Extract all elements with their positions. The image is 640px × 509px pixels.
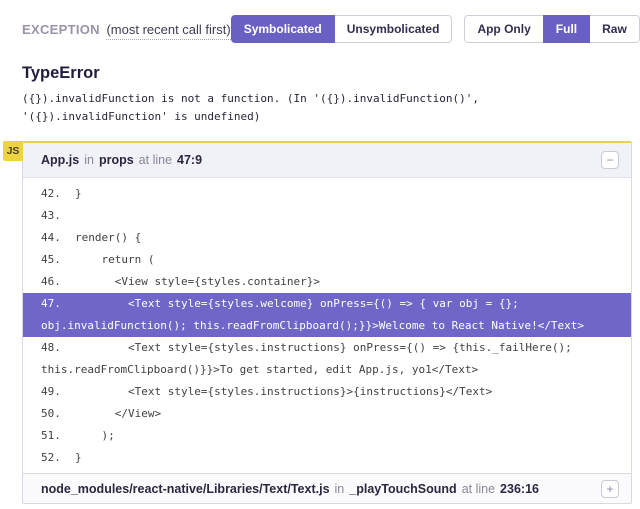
code-line-46: 46. <View style={styles.container}> [23, 271, 631, 293]
frame-in-label: in [334, 481, 345, 496]
line-number: 51. [41, 429, 61, 442]
error-class-title: TypeError [22, 64, 100, 82]
collapse-frame-icon[interactable]: − [601, 151, 619, 169]
line-number: 49. [41, 385, 61, 398]
code-text: } [75, 187, 82, 200]
code-text: <Text style={styles.welcome} onPress={()… [41, 297, 585, 332]
code-text: <Text style={styles.instructions} onPres… [41, 341, 579, 376]
line-number: 45. [41, 253, 61, 266]
line-number: 44. [41, 231, 61, 244]
stack-filter-toggle-group: App Only Full Raw [464, 15, 640, 43]
raw-button[interactable]: Raw [589, 15, 640, 43]
frame-in-label: in [84, 153, 94, 167]
line-number: 43. [41, 209, 61, 222]
code-line-52: 52.} [23, 447, 631, 469]
code-line-49: 49. <Text style={styles.instructions}>{i… [23, 381, 631, 403]
code-text: <Text style={styles.instructions}>{instr… [75, 385, 493, 398]
frame-method-name: props [98, 153, 134, 167]
code-line-47-error-highlight: 47. <Text style={styles.welcome} onPress… [23, 293, 631, 337]
stack-order-note: (most recent call first) [106, 21, 231, 40]
code-line-50: 50. </View> [23, 403, 631, 425]
code-line-45: 45. return ( [23, 249, 631, 271]
unsymbolicated-button[interactable]: Unsymbolicated [333, 15, 453, 43]
line-number: 42. [41, 187, 61, 200]
code-text: <View style={styles.container}> [75, 275, 321, 288]
frame-method-name: _playTouchSound [349, 481, 457, 496]
line-number: 48. [41, 341, 61, 354]
code-line-43: 43. [23, 205, 631, 227]
exception-panel: EXCEPTION (most recent call first) Symbo… [0, 0, 640, 509]
app-only-button[interactable]: App Only [464, 15, 544, 43]
stack-frame-text-js[interactable]: node_modules/react-native/Libraries/Text… [22, 473, 632, 504]
full-button[interactable]: Full [542, 15, 591, 43]
frame-line-column: 236:16 [500, 481, 539, 496]
stack-frame-app-js: JS App.js in props at line 47:9 − 42.} 4… [3, 141, 632, 474]
expand-frame-icon[interactable]: + [601, 479, 619, 498]
line-number: 46. [41, 275, 61, 288]
section-title: EXCEPTION [22, 21, 100, 37]
line-number: 52. [41, 451, 61, 464]
frame-file-name: node_modules/react-native/Libraries/Text… [41, 481, 330, 496]
frame-file-name: App.js [41, 153, 80, 167]
frame-header-app-js[interactable]: App.js in props at line 47:9 − [23, 143, 631, 178]
frame-line-column: 47:9 [177, 153, 203, 167]
toolbar-button-groups: Symbolicated Unsymbolicated App Only Ful… [230, 15, 640, 43]
code-text: </View> [75, 407, 162, 420]
code-text: return ( [75, 253, 155, 266]
line-number: 47. [41, 297, 61, 310]
code-line-44: 44. render() { [23, 227, 631, 249]
code-text: render() { [75, 231, 142, 244]
code-text: ); [75, 429, 115, 442]
code-line-48: 48. <Text style={styles.instructions} on… [23, 337, 631, 381]
frame-at-line-label: at line [138, 153, 173, 167]
symbolicated-button[interactable]: Symbolicated [230, 15, 335, 43]
error-message: ({}).invalidFunction is not a function. … [22, 92, 479, 123]
js-language-badge: JS [3, 141, 23, 161]
frame-at-line-label: at line [461, 481, 496, 496]
code-listing: 42.} 43. 44. render() { 45. return ( 46. … [23, 178, 631, 473]
code-line-42: 42.} [23, 183, 631, 205]
exception-toolbar: EXCEPTION (most recent call first) Symbo… [22, 15, 640, 43]
line-number: 50. [41, 407, 61, 420]
code-line-51: 51. ); [23, 425, 631, 447]
symbolication-toggle-group: Symbolicated Unsymbolicated [230, 15, 453, 43]
section-heading: EXCEPTION (most recent call first) [22, 21, 231, 40]
code-text: } [75, 451, 82, 464]
